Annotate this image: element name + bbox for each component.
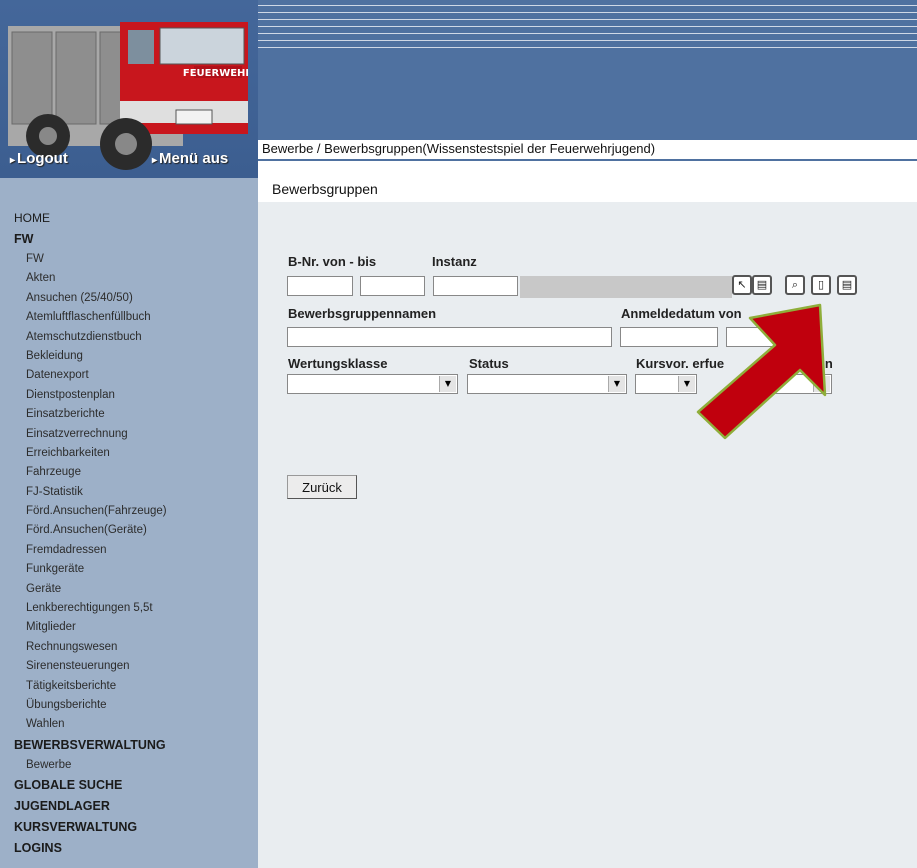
nav-item-mitglieder[interactable]: Mitglieder [14,618,167,637]
new-document-icon: ▯ [817,278,825,291]
nav-item-einsatzberichte[interactable]: Einsatzberichte [14,405,167,424]
nav-item-wahlen[interactable]: Wahlen [14,715,167,734]
nav-item-bewerbe[interactable]: Bewerbe [14,756,167,775]
list-icon: ▤ [756,278,768,291]
nav-item-funkgeräte[interactable]: Funkgeräte [14,560,167,579]
nav-item-fj-statistik[interactable]: FJ-Statistik [14,483,167,502]
menu-toggle-link[interactable]: ▸ Menü aus [152,150,228,167]
chevron-down-icon: ▼ [439,376,456,392]
nav-item-geräte[interactable]: Geräte [14,580,167,599]
red-arrow-annotation [696,303,827,440]
fire-truck-logo: FEUERWEHR [8,22,248,170]
select-cursor-button[interactable]: ↖ [732,275,752,295]
sidebar: HOME FW FW Akten Ansuchen (25/40/50) Atemlu… [0,178,258,868]
bnr-label: B-Nr. von - bis [288,254,377,269]
header-stripe [258,5,917,6]
header: FEUERWEHR ▸ Logout ▸ Menü aus Bewerbe / Be… [0,0,917,178]
nav-section-fw[interactable]: FW [14,229,167,250]
nav-item-fremdadressen[interactable]: Fremdadressen [14,541,167,560]
nav-item-erreichbarkeiten[interactable]: Erreichbarkeiten [14,444,167,463]
nav-item-sirenensteuerungen[interactable]: Sirenensteuerungen [14,657,167,676]
sidebar-nav: HOME FW FW Akten Ansuchen (25/40/50) Atemlu… [14,208,167,859]
wertungsklasse-label: Wertungsklasse [288,356,388,371]
nav-item-rechnungswesen[interactable]: Rechnungswesen [14,638,167,657]
nav-section-bewerbsverwaltung[interactable]: BEWERBSVERWALTUNG [14,735,167,756]
play-arrow-icon: ▸ [152,155,158,166]
search-icon: ⌕ [791,278,799,291]
header-stripe [258,33,917,34]
list-button[interactable]: ▤ [752,275,772,295]
gruppenname-input[interactable] [287,327,612,347]
nav-item-atemluftflaschenfüllbuch[interactable]: Atemluftflaschenfüllbuch [14,308,167,327]
play-arrow-icon: ▸ [10,155,16,166]
page-title: Bewerbsgruppen [272,181,378,197]
header-divider [258,159,917,161]
header-stripe [258,19,917,20]
status-select[interactable]: ▼ [467,374,627,394]
instanz-label: Instanz [432,254,477,269]
header-band [258,0,917,140]
nav-item-übungsberichte[interactable]: Übungsberichte [14,696,167,715]
header-stripe [258,26,917,27]
nav-item-einsatzverrechnung[interactable]: Einsatzverrechnung [14,425,167,444]
bnr-from-input[interactable] [287,276,353,296]
nav-item-bekleidung[interactable]: Bekleidung [14,347,167,366]
nav-item-tätigkeitsberichte[interactable]: Tätigkeitsberichte [14,677,167,696]
chevron-down-icon: ▼ [608,376,625,392]
new-button[interactable]: ▯ [811,275,831,295]
search-button[interactable]: ⌕ [785,275,805,295]
nav-item-fw[interactable]: FW [14,250,167,269]
instanz-input[interactable] [433,276,518,296]
nav-item-datenexport[interactable]: Datenexport [14,366,167,385]
gruppenname-label: Bewerbsgruppennamen [288,306,437,321]
wertungsklasse-select[interactable]: ▼ [287,374,458,394]
nav-item-atemschutzdienstbuch[interactable]: Atemschutzdienstbuch [14,328,167,347]
header-stripe [258,40,917,41]
status-label: Status [469,356,509,371]
logout-label: Logout [17,150,68,167]
nav-item-förd-ansuchen-fahrzeuge[interactable]: Förd.Ansuchen(Fahrzeuge) [14,502,167,521]
details-button[interactable]: ▤ [837,275,857,295]
nav-home[interactable]: HOME [14,208,167,229]
logout-link[interactable]: ▸ Logout [10,150,68,167]
nav-section-logins[interactable]: LOGINS [14,838,167,859]
nav-section-globale-suche[interactable]: GLOBALE SUCHE [14,775,167,796]
nav-item-fahrzeuge[interactable]: Fahrzeuge [14,463,167,482]
nav-item-förd-ansuchen-geräte[interactable]: Förd.Ansuchen(Geräte) [14,521,167,540]
nav-item-ansuchen-25-40-50[interactable]: Ansuchen (25/40/50) [14,289,167,308]
menu-toggle-label: Menü aus [159,150,229,167]
truck-lettering: FEUERWEHR [183,68,248,79]
breadcrumb: Bewerbe / Bewerbsgruppen(Wissenstestspie… [262,141,656,156]
nav-item-dienstpostenplan[interactable]: Dienstpostenplan [14,386,167,405]
kursvor-select[interactable]: ▼ [635,374,697,394]
nav-item-akten[interactable]: Akten [14,269,167,288]
nav-item-lenkberechtigungen-5-5t[interactable]: Lenkberechtigungen 5,5t [14,599,167,618]
nav-section-jugendlager[interactable]: JUGENDLAGER [14,796,167,817]
back-button[interactable]: Zurück [287,475,357,499]
nav-section-kursverwaltung[interactable]: KURSVERWALTUNG [14,817,167,838]
bnr-to-input[interactable] [360,276,425,296]
details-icon: ▤ [841,278,853,291]
header-stripe [258,12,917,13]
cursor-icon: ↖ [737,278,747,291]
header-stripe [258,47,917,48]
fw-items-list: FW Akten Ansuchen (25/40/50) Atemluftflasch… [14,250,167,735]
instanz-name-display [520,276,732,298]
